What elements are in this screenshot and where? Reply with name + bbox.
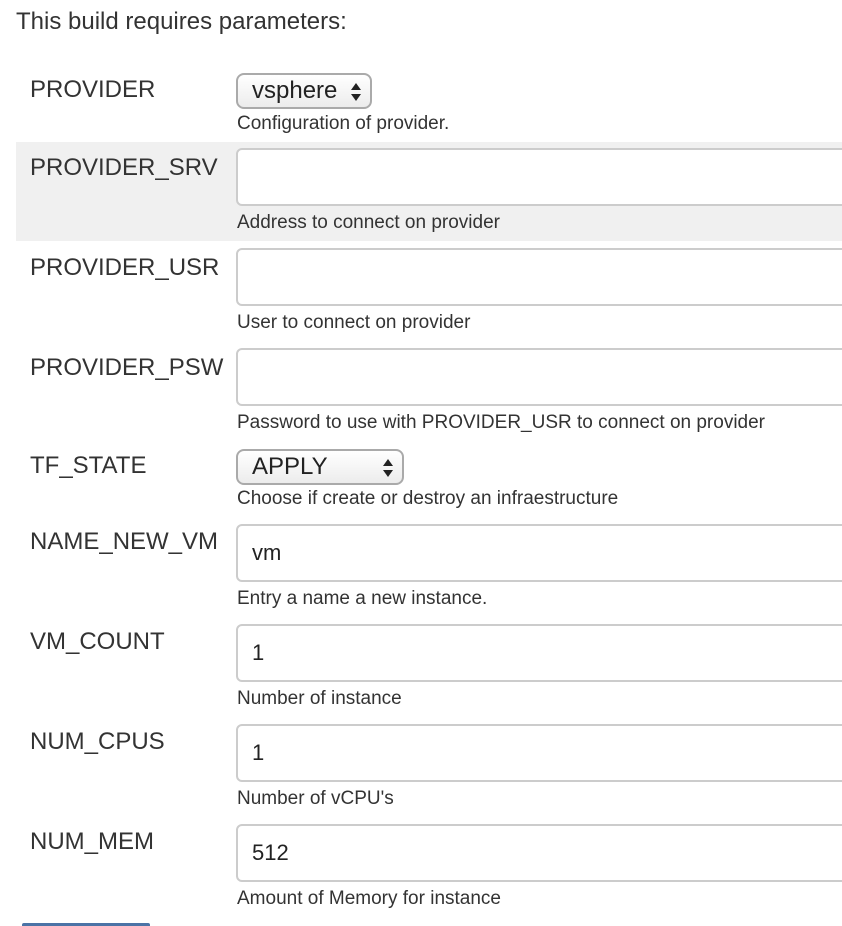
param-help-provider-psw: Password to use with PROVIDER_USR to con… bbox=[237, 412, 766, 433]
tf-state-select[interactable]: APPLY bbox=[236, 449, 404, 485]
param-row-name-new-vm: NAME_NEW_VM Entry a name a new instance. bbox=[16, 518, 842, 622]
param-row-num-cpus: NUM_CPUS Number of vCPU's bbox=[16, 720, 842, 820]
vm-count-input[interactable] bbox=[236, 624, 842, 682]
param-name-provider: PROVIDER bbox=[30, 76, 156, 103]
param-name-provider-psw: PROVIDER_PSW bbox=[30, 354, 224, 381]
param-help-provider-usr: User to connect on provider bbox=[237, 312, 471, 333]
param-row-provider-srv: PROVIDER_SRV Address to connect on provi… bbox=[16, 142, 842, 241]
param-row-provider: PROVIDER vsphere Configuration of provid… bbox=[16, 70, 842, 140]
page-heading: This build requires parameters: bbox=[16, 8, 347, 35]
param-help-tf-state: Choose if create or destroy an infraestr… bbox=[237, 488, 619, 509]
name-new-vm-input[interactable] bbox=[236, 524, 842, 582]
num-mem-input[interactable] bbox=[236, 824, 842, 882]
param-name-provider-srv: PROVIDER_SRV bbox=[30, 154, 218, 181]
provider-usr-input[interactable] bbox=[236, 248, 842, 306]
param-name-tf-state: TF_STATE bbox=[30, 452, 147, 479]
param-name-provider-usr: PROVIDER_USR bbox=[30, 254, 220, 281]
param-row-provider-usr: PROVIDER_USR User to connect on provider bbox=[16, 242, 842, 342]
param-help-num-mem: Amount of Memory for instance bbox=[237, 888, 501, 909]
num-cpus-input[interactable] bbox=[236, 724, 842, 782]
param-help-provider-srv: Address to connect on provider bbox=[237, 212, 500, 233]
up-down-arrows-icon bbox=[351, 83, 361, 101]
provider-select[interactable]: vsphere bbox=[236, 73, 372, 109]
param-help-num-cpus: Number of vCPU's bbox=[237, 788, 394, 809]
provider-select-value: vsphere bbox=[252, 77, 338, 104]
provider-psw-input[interactable] bbox=[236, 348, 842, 406]
build-parameters-page: This build requires parameters: PROVIDER… bbox=[0, 0, 842, 926]
param-help-provider: Configuration of provider. bbox=[237, 113, 450, 134]
param-name-vm-count: VM_COUNT bbox=[30, 628, 165, 655]
param-row-num-mem: NUM_MEM Amount of Memory for instance bbox=[16, 820, 842, 920]
param-row-tf-state: TF_STATE APPLY Choose if create or destr… bbox=[16, 446, 842, 518]
param-name-name-new-vm: NAME_NEW_VM bbox=[30, 528, 219, 555]
tf-state-select-value: APPLY bbox=[252, 453, 328, 480]
param-name-num-cpus: NUM_CPUS bbox=[30, 728, 165, 755]
param-help-name-new-vm: Entry a name a new instance. bbox=[237, 588, 488, 609]
param-row-provider-psw: PROVIDER_PSW Password to use with PROVID… bbox=[16, 342, 842, 442]
up-down-arrows-icon bbox=[383, 459, 393, 477]
param-help-vm-count: Number of instance bbox=[237, 688, 402, 709]
param-name-num-mem: NUM_MEM bbox=[30, 828, 154, 855]
param-row-vm-count: VM_COUNT Number of instance bbox=[16, 620, 842, 720]
provider-srv-input[interactable] bbox=[236, 148, 842, 206]
